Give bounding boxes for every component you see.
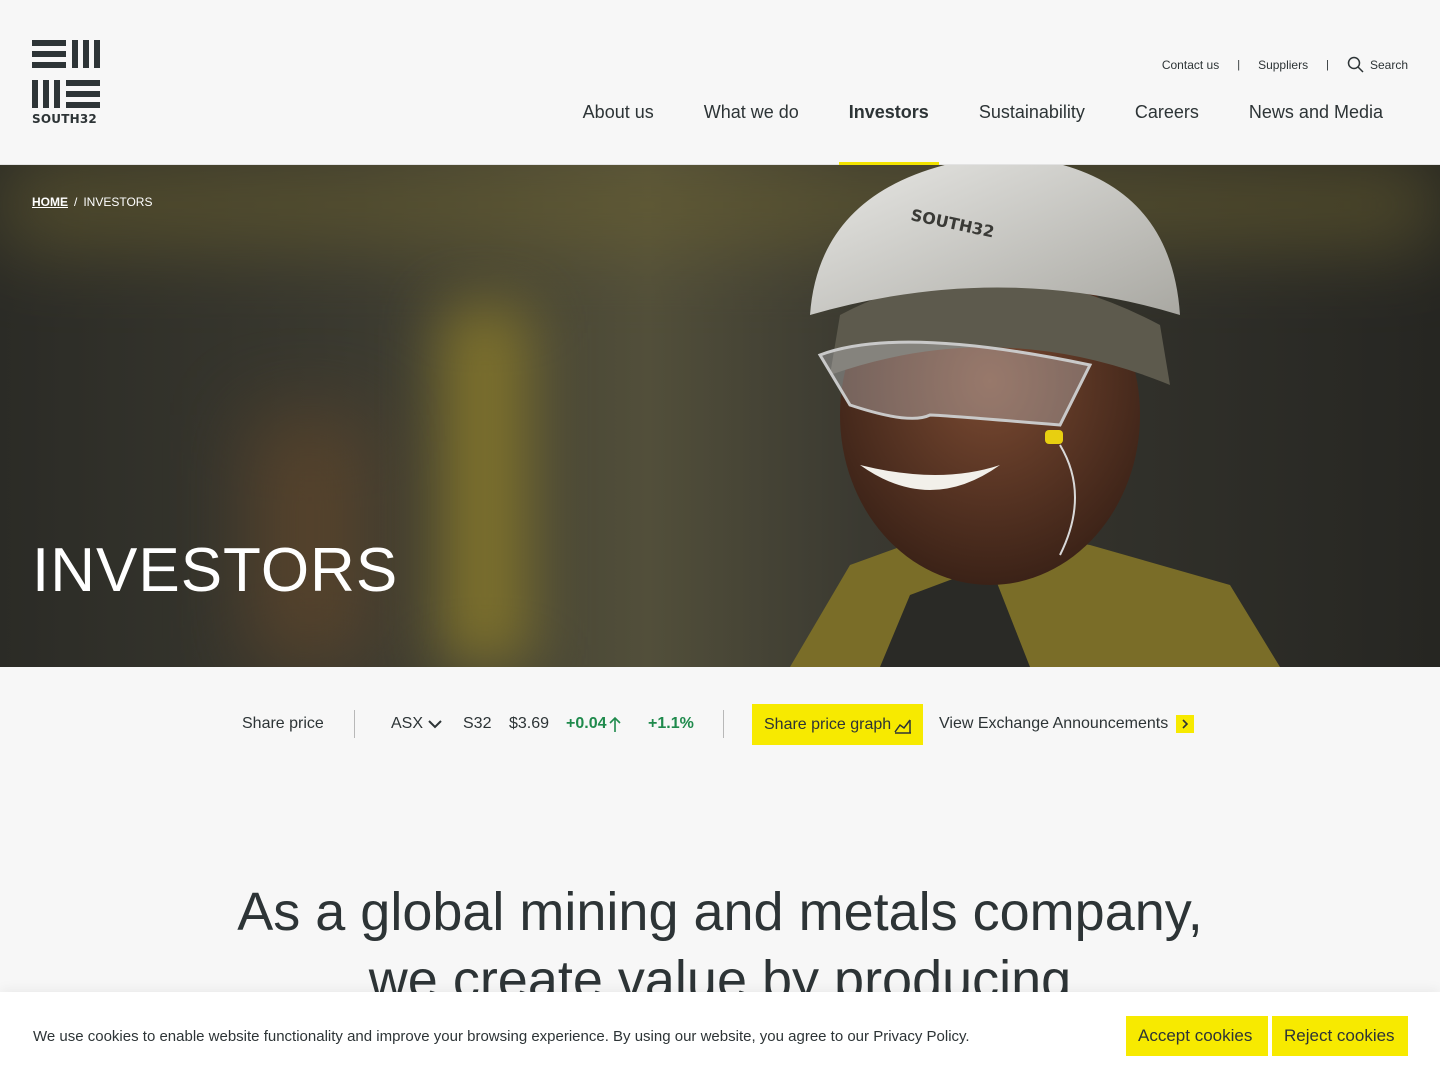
divider [354,710,355,738]
breadcrumb-current: INVESTORS [83,195,153,209]
share-price-value: $3.69 [509,715,550,732]
nav-item-investors[interactable]: Investors [824,98,954,165]
search-icon [1347,56,1364,73]
price-change-value: +0.04 [566,715,607,732]
share-price-bar: Share price ASX S32 $3.69 +0.04 +1.1% Sh… [0,704,1440,745]
share-price-graph-label: Share price graph [764,715,892,733]
utility-nav: Contact us | Suppliers | Search [1162,56,1408,73]
cookie-banner: We use cookies to enable website functio… [0,992,1440,1080]
exchange-selector[interactable]: ASX [391,715,443,733]
nav-item-about-us[interactable]: About us [558,98,679,165]
nav-item-what-we-do[interactable]: What we do [679,98,824,165]
exchange-announcements-label: View Exchange Announcements [939,715,1169,732]
logo-mark-icon [32,40,100,108]
accept-cookies-button[interactable]: Accept cookies [1126,1016,1268,1056]
price-change: +0.04 [566,715,622,733]
chevron-right-icon [1176,715,1195,733]
share-price-label: Share price [242,715,324,732]
reject-cookies-button[interactable]: Reject cookies [1272,1016,1408,1056]
price-change-percent: +1.1% [648,715,694,732]
utility-separator: | [1237,58,1241,71]
breadcrumb: HOME / INVESTORS [32,195,152,209]
chart-icon [894,719,912,734]
ticker-symbol: S32 [463,715,492,732]
logo-text: SOUTH32 [32,112,97,126]
hero-worker-image: SOUTH32 [790,165,1280,667]
breadcrumb-separator: / [74,195,78,209]
page-title: INVESTORS [32,536,399,605]
nav-item-sustainability[interactable]: Sustainability [954,98,1110,165]
main-nav: About us What we do Investors Sustainabi… [558,98,1408,165]
divider [723,710,724,738]
south32-logo[interactable]: SOUTH32 [32,40,102,126]
nav-item-news-and-media[interactable]: News and Media [1224,98,1408,165]
site-header: SOUTH32 Contact us | Suppliers | Search … [0,0,1440,165]
exchange-label: ASX [391,715,424,732]
exchange-announcements-link[interactable]: View Exchange Announcements [939,715,1195,733]
contact-us-link[interactable]: Contact us [1162,58,1219,72]
suppliers-link[interactable]: Suppliers [1258,58,1308,72]
nav-item-careers[interactable]: Careers [1110,98,1224,165]
intro-line-1: As a global mining and metals company, [237,882,1203,942]
cookie-message: We use cookies to enable website functio… [33,1028,970,1045]
chevron-down-icon [428,720,442,729]
hero-background-blur [440,305,530,665]
arrow-up-icon [609,716,622,732]
search-label: Search [1369,57,1408,72]
utility-separator: | [1326,58,1329,71]
share-price-graph-button[interactable]: Share price graph [752,704,923,745]
search-button[interactable]: Search [1347,56,1408,73]
breadcrumb-home-link[interactable]: HOME [32,195,68,209]
hero-banner: SOUTH32 HOME / INVESTORS INVESTORS [0,165,1440,667]
